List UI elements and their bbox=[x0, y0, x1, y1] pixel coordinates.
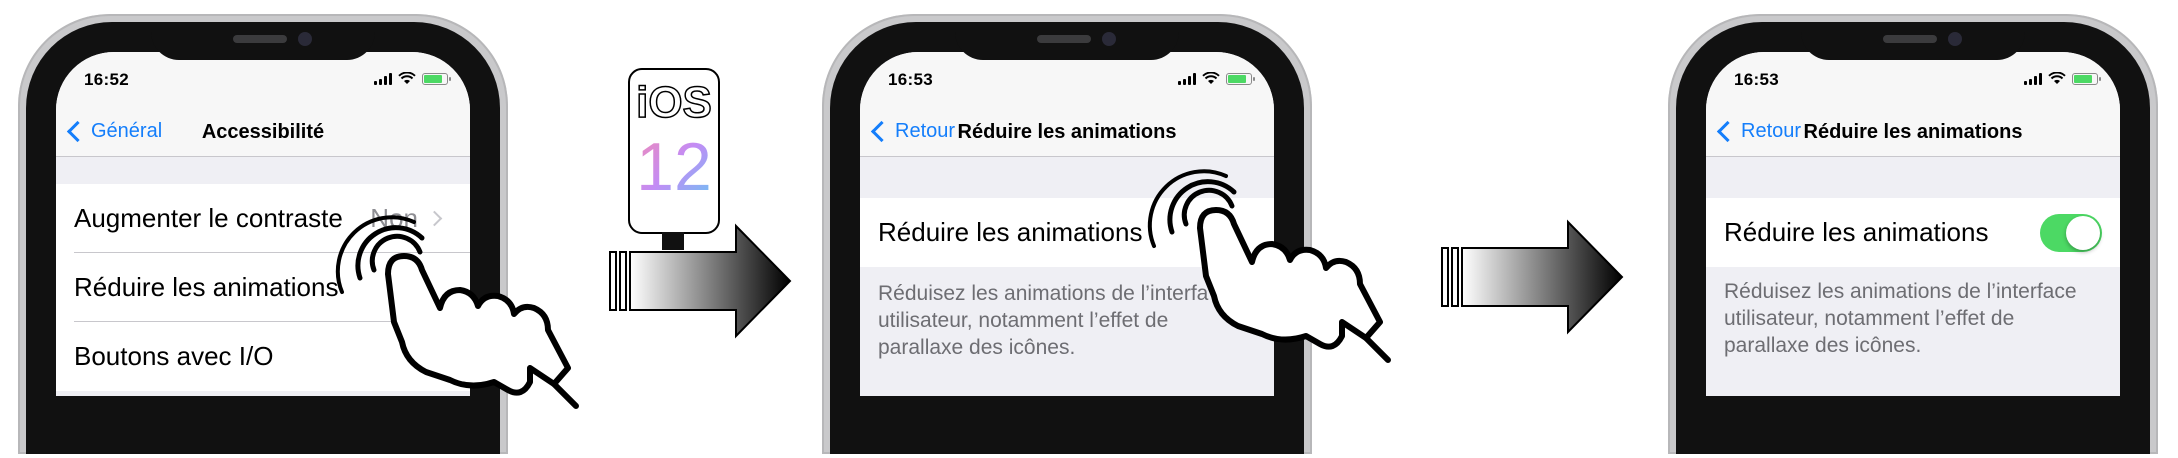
tap-hand-icon bbox=[335, 215, 579, 409]
notch bbox=[151, 22, 375, 60]
footer-line: utilisateur, notamment l’effet de bbox=[1724, 307, 2015, 330]
status-bar: 16:52 bbox=[56, 52, 470, 106]
row-label: Augmenter le contraste bbox=[74, 203, 343, 233]
signal-icon bbox=[1178, 73, 1196, 85]
signal-icon bbox=[374, 73, 392, 85]
battery-icon bbox=[2072, 73, 2101, 85]
footer-description: Réduisez les animations de l’interface u… bbox=[1724, 278, 2102, 359]
page-title: Réduire les animations bbox=[957, 121, 1177, 143]
page-title: Réduire les animations bbox=[1803, 121, 2023, 143]
phone-frame-3: 16:53 Retour Réduire les animations Rédu… bbox=[1668, 14, 2158, 454]
badge-version: 12 bbox=[630, 132, 718, 202]
status-time: 16:53 bbox=[1734, 70, 1779, 89]
notch bbox=[1801, 22, 2025, 60]
status-bar: 16:53 bbox=[1706, 52, 2120, 106]
wifi-icon bbox=[2048, 72, 2066, 84]
navigation-bar: Retour Réduire les animations bbox=[860, 106, 1274, 157]
row-label: Boutons avec I/O bbox=[74, 341, 274, 371]
badge-os: iOS bbox=[635, 78, 712, 127]
status-time: 16:52 bbox=[84, 70, 129, 89]
battery-icon bbox=[1226, 73, 1255, 85]
navigation-bar: Retour Réduire les animations bbox=[1706, 106, 2120, 157]
reduce-motion-toggle[interactable] bbox=[2040, 213, 2102, 252]
footer-line: Réduisez les animations de l’interface bbox=[1724, 280, 2077, 303]
status-time: 16:53 bbox=[888, 70, 933, 89]
tap-hand-icon bbox=[1147, 169, 1391, 363]
status-bar: 16:53 bbox=[860, 52, 1274, 106]
row-reduire-les-animations: Réduire les animations bbox=[1706, 198, 2120, 267]
row-label: Réduire les animations bbox=[1724, 217, 1989, 247]
arrow-right-icon bbox=[609, 223, 792, 339]
signal-icon bbox=[2024, 73, 2042, 85]
ios-12-badge: iOS 12 bbox=[628, 68, 720, 234]
wifi-icon bbox=[1202, 72, 1220, 84]
notch bbox=[955, 22, 1179, 60]
row-label: Réduire les animations bbox=[878, 217, 1143, 247]
footer-line: parallaxe des icônes. bbox=[1724, 334, 1922, 357]
page-title: Accessibilité bbox=[201, 121, 325, 143]
navigation-bar: Général Accessibilité bbox=[56, 106, 470, 157]
wifi-icon bbox=[398, 72, 416, 84]
battery-icon bbox=[422, 73, 451, 85]
arrow-right-icon bbox=[1441, 219, 1624, 335]
screen-3: 16:53 Retour Réduire les animations Rédu… bbox=[1706, 52, 2120, 396]
row-label: Réduire les animations bbox=[74, 272, 339, 302]
